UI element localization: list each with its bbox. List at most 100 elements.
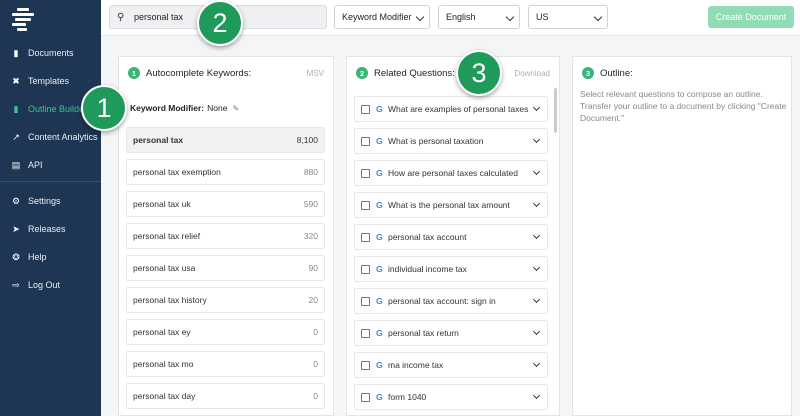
question-text: personal tax account — [388, 232, 467, 242]
sidebar-item-content-analytics[interactable]: ↗ Content Analytics — [0, 127, 101, 147]
keyword-row[interactable]: personal tax history 20 — [126, 287, 325, 313]
question-row[interactable]: G ma income tax — [354, 352, 548, 378]
keyword-text: personal tax uk — [133, 199, 191, 209]
sidebar-item-label: Settings — [28, 196, 61, 206]
chevron-down-icon[interactable] — [532, 295, 541, 304]
sidebar-item-releases[interactable]: ➤ Releases — [0, 219, 101, 239]
question-row[interactable]: G personal tax return — [354, 320, 548, 346]
search-icon: ⚲ — [117, 11, 125, 23]
keyword-modifier-select[interactable]: Keyword Modifier — [334, 5, 430, 29]
outline-icon: ▮ — [13, 103, 19, 114]
keyword-volume: 320 — [303, 231, 318, 241]
download-link[interactable]: Download — [514, 69, 550, 78]
language-select[interactable]: English — [438, 5, 520, 29]
api-icon: ▤ — [11, 159, 21, 170]
question-text: ma income tax — [388, 360, 444, 370]
chevron-down-icon[interactable] — [532, 167, 541, 176]
keyword-volume: 90 — [308, 263, 318, 273]
step-number: 2 — [356, 67, 368, 79]
question-checkbox[interactable] — [361, 136, 370, 146]
question-row[interactable]: G personal tax account — [354, 224, 548, 250]
sidebar-item-templates[interactable]: ✖ Templates — [0, 71, 101, 91]
question-checkbox[interactable] — [361, 264, 370, 274]
question-text: What is the personal tax amount — [388, 200, 510, 210]
google-icon: G — [376, 392, 383, 402]
keyword-volume: 0 — [313, 391, 318, 401]
gear-icon: ⚙ — [11, 195, 21, 206]
keyword-row[interactable]: personal tax uk 590 — [126, 191, 325, 217]
chevron-down-icon[interactable] — [532, 263, 541, 272]
chevron-down-icon — [415, 12, 425, 22]
country-select[interactable]: US — [528, 5, 608, 29]
keyword-text: personal tax day — [133, 391, 196, 401]
sidebar-item-settings[interactable]: ⚙ Settings — [0, 191, 101, 211]
chevron-down-icon[interactable] — [532, 359, 541, 368]
sidebar-item-log-out[interactable]: ⇨ Log Out — [0, 275, 101, 295]
keyword-text: personal tax history — [133, 295, 207, 305]
google-icon: G — [376, 104, 383, 114]
pencil-icon[interactable]: ✎ — [232, 104, 239, 113]
create-document-button[interactable]: Create Document — [708, 6, 794, 28]
sidebar-item-documents[interactable]: ▮ Documents — [0, 43, 101, 63]
google-icon: G — [376, 232, 383, 242]
keyword-text: personal tax exemption — [133, 167, 221, 177]
question-row[interactable]: G What is the personal tax amount — [354, 192, 548, 218]
question-checkbox[interactable] — [361, 392, 370, 402]
app-logo-icon[interactable] — [12, 8, 34, 32]
keyword-row[interactable]: personal tax usa 90 — [126, 255, 325, 281]
google-icon: G — [376, 136, 383, 146]
sidebar-item-help[interactable]: ❂ Help — [0, 247, 101, 267]
question-row[interactable]: G form 1040 — [354, 384, 548, 410]
chevron-down-icon[interactable] — [532, 103, 541, 112]
chevron-down-icon[interactable] — [532, 199, 541, 208]
keyword-row[interactable]: personal tax mo 0 — [126, 351, 325, 377]
keyword-row[interactable]: personal tax 8,100 — [126, 127, 325, 153]
google-icon: G — [376, 360, 383, 370]
questions-scrollbar[interactable] — [554, 88, 557, 133]
chevron-down-icon[interactable] — [532, 327, 541, 336]
question-checkbox[interactable] — [361, 104, 370, 114]
question-row[interactable]: G How are personal taxes calculated — [354, 160, 548, 186]
chevron-down-icon[interactable] — [532, 135, 541, 144]
google-icon: G — [376, 200, 383, 210]
question-checkbox[interactable] — [361, 360, 370, 370]
question-text: individual income tax — [388, 264, 467, 274]
keyword-row[interactable]: personal tax day 0 — [126, 383, 325, 409]
keyword-modifier-info: Keyword Modifier: None ✎ — [130, 103, 239, 113]
question-row[interactable]: G personal tax account: sign in — [354, 288, 548, 314]
msv-label: MSV — [306, 69, 324, 78]
question-text: personal tax return — [388, 328, 459, 338]
sidebar-item-api[interactable]: ▤ API — [0, 155, 101, 175]
country-select-value: US — [536, 12, 549, 22]
keyword-volume: 8,100 — [296, 135, 318, 145]
sidebar-item-label: Releases — [28, 224, 66, 234]
keyword-text: personal tax — [133, 135, 184, 145]
keyword-text: personal tax mo — [133, 359, 194, 369]
keyword-modifier-select-value: Keyword Modifier — [342, 12, 412, 22]
question-text: What are examples of personal taxes — [388, 104, 529, 114]
question-checkbox[interactable] — [361, 296, 370, 306]
chevron-down-icon[interactable] — [532, 391, 541, 400]
keyword-volume: 0 — [313, 327, 318, 337]
keyword-row[interactable]: personal tax ey 0 — [126, 319, 325, 345]
question-row[interactable]: G What is personal taxation — [354, 128, 548, 154]
step-number: 1 — [128, 67, 140, 79]
sidebar-item-label: Log Out — [28, 280, 61, 290]
keyword-volume: 590 — [303, 199, 318, 209]
keyword-volume: 0 — [313, 359, 318, 369]
outline-help-text: Select relevant questions to compose an … — [580, 89, 787, 123]
logout-icon: ⇨ — [12, 279, 20, 290]
question-checkbox[interactable] — [361, 328, 370, 338]
question-checkbox[interactable] — [361, 168, 370, 178]
question-row[interactable]: G What are examples of personal taxes — [354, 96, 548, 122]
sidebar-divider — [0, 181, 101, 182]
keyword-row[interactable]: personal tax relief 320 — [126, 223, 325, 249]
keyword-row[interactable]: personal tax exemption 880 — [126, 159, 325, 185]
question-row[interactable]: G individual income tax — [354, 256, 548, 282]
outline-header: 3 Outline: — [582, 67, 633, 79]
question-text: form 1040 — [388, 392, 427, 402]
question-checkbox[interactable] — [361, 200, 370, 210]
question-checkbox[interactable] — [361, 232, 370, 242]
google-icon: G — [376, 296, 383, 306]
chevron-down-icon[interactable] — [532, 231, 541, 240]
